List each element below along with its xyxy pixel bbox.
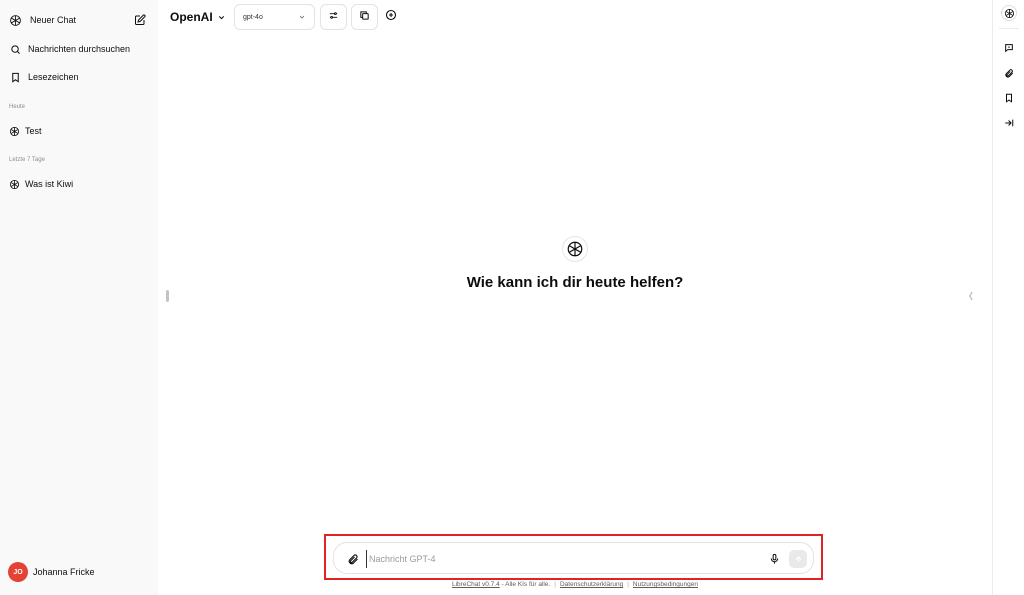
app-root: Neuer Chat Nachrichten durchsuchen Lesez… (0, 0, 1024, 595)
footer-separator: | (627, 581, 629, 588)
copy-icon (359, 8, 370, 26)
conversation-item[interactable]: Was ist Kiwi (0, 171, 158, 197)
collapse-side-panel-handle[interactable] (969, 290, 973, 302)
sliders-icon (328, 8, 339, 26)
conversation-item[interactable]: Test (0, 118, 158, 144)
fork-conversation-button[interactable] (351, 4, 378, 30)
rail-divider (999, 28, 1019, 29)
model-label: gpt-4o (243, 13, 263, 21)
chat-composer (333, 542, 814, 574)
collapse-panel-icon[interactable] (1002, 116, 1016, 130)
openai-logo-icon (8, 178, 21, 191)
sidebar: Neuer Chat Nachrichten durchsuchen Lesez… (0, 0, 158, 595)
message-input[interactable] (366, 550, 746, 568)
terms-link[interactable]: Nutzungsbedingungen (633, 581, 698, 588)
conversation-title: Test (25, 126, 42, 136)
microphone-icon[interactable] (767, 551, 781, 567)
search-messages-label: Nachrichten durchsuchen (28, 44, 131, 54)
new-preset-button[interactable] (377, 4, 404, 30)
composer-highlight (324, 534, 823, 580)
chat-header: OpenAI gpt-4o (158, 0, 992, 34)
paperclip-icon[interactable] (346, 552, 360, 566)
landing-title: Wie kann ich dir heute helfen? (466, 274, 684, 291)
prompts-icon[interactable] (1002, 41, 1016, 55)
compose-icon[interactable] (133, 13, 147, 27)
bookmarks-button[interactable]: Lesezeichen (0, 64, 158, 90)
parameters-button[interactable] (320, 4, 347, 30)
user-name: Johanna Fricke (33, 567, 95, 577)
bookmark-icon[interactable] (1002, 91, 1016, 105)
endpoint-selector[interactable]: OpenAI (170, 5, 226, 29)
chevron-down-icon (298, 13, 306, 23)
openai-logo-icon (9, 14, 22, 27)
search-icon (9, 43, 22, 56)
openai-logo-icon (562, 236, 588, 262)
paperclip-icon[interactable] (1002, 66, 1016, 80)
collapse-sidebar-handle[interactable] (166, 290, 169, 302)
send-button[interactable] (789, 550, 807, 568)
side-panel-rail (992, 0, 1024, 595)
section-title-last-7-days: Letzte 7 Tage (9, 157, 45, 163)
search-messages-button[interactable]: Nachrichten durchsuchen (0, 36, 158, 62)
openai-logo-icon (8, 125, 21, 138)
chat-main: OpenAI gpt-4o Wie kann ich dir heute hel… (158, 0, 1024, 595)
avatar: JO (8, 562, 28, 582)
footer-separator: | (554, 581, 556, 588)
openai-logo-icon[interactable] (1001, 5, 1017, 21)
footer: LibreChat v0.7.4 - Alle KIs für alle. | Da… (158, 581, 992, 588)
user-menu-button[interactable]: JO Johanna Fricke (0, 560, 158, 584)
bookmark-icon (9, 71, 22, 84)
chevron-down-icon (217, 13, 226, 22)
bookmarks-label: Lesezeichen (28, 72, 79, 82)
conversation-title: Was ist Kiwi (25, 179, 74, 189)
footer-tagline: - Alle KIs für alle. (499, 581, 551, 588)
librechat-version-link[interactable]: LibreChat v0.7.4 (452, 581, 500, 588)
plus-circle-icon (385, 8, 397, 26)
privacy-link[interactable]: Datenschutzerklärung (560, 581, 623, 588)
section-title-today: Heute (9, 104, 26, 110)
new-chat-label: Neuer Chat (30, 15, 77, 25)
model-selector[interactable]: gpt-4o (234, 4, 315, 30)
landing-greeting: Wie kann ich dir heute helfen? (158, 236, 992, 291)
endpoint-label: OpenAI (170, 10, 213, 24)
